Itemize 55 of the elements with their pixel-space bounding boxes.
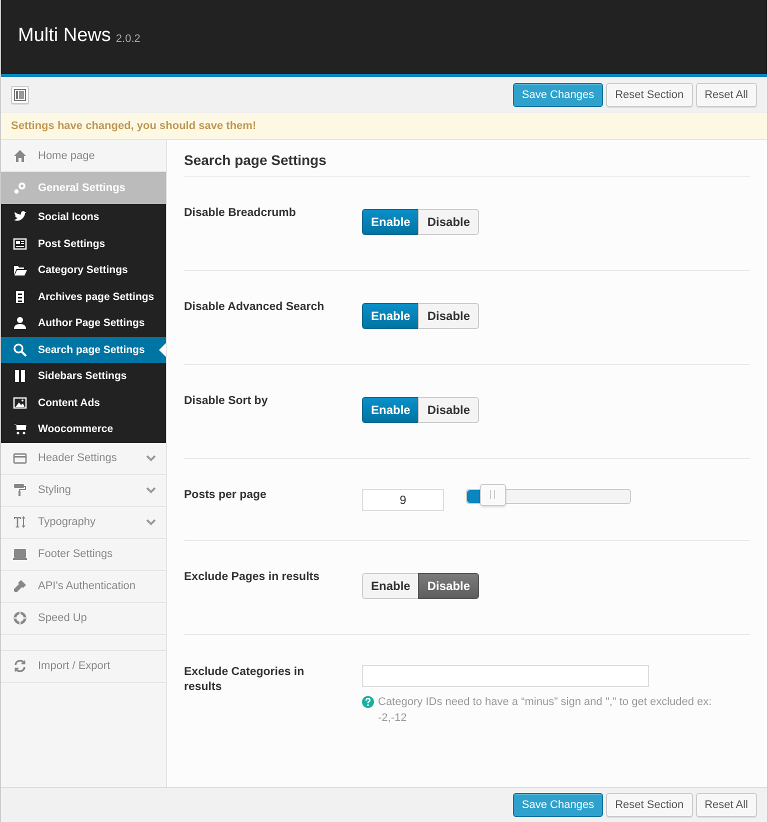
home-icon bbox=[13, 148, 27, 162]
number-field[interactable]: 9 bbox=[362, 489, 444, 511]
news-icon bbox=[13, 236, 27, 251]
toggle-option[interactable]: Disable bbox=[418, 397, 480, 423]
type-icon bbox=[13, 515, 27, 529]
field-label: Exclude Pages in results bbox=[184, 570, 321, 585]
reset-button[interactable]: Reset All bbox=[696, 82, 757, 106]
sidebar-subitem[interactable]: Search page Settings bbox=[1, 336, 166, 363]
panel-toggle-button[interactable] bbox=[11, 86, 29, 104]
section-title: Search page Settings bbox=[184, 140, 750, 177]
key-icon bbox=[13, 579, 27, 593]
chevron-down-icon bbox=[146, 454, 156, 462]
sidebar-subitem[interactable]: Social Icons bbox=[1, 204, 166, 230]
reset-button[interactable]: Reset Section bbox=[606, 82, 693, 106]
toggle-option[interactable]: Disable bbox=[418, 573, 480, 599]
lifebuoy-icon bbox=[13, 611, 27, 625]
slider-handle[interactable] bbox=[480, 484, 506, 506]
field-label: Disable Advanced Search bbox=[184, 300, 326, 315]
sidebar-subitem[interactable]: Author Page Settings bbox=[1, 310, 166, 336]
toggle-option[interactable]: Enable bbox=[362, 209, 418, 235]
toggle-option[interactable]: Disable bbox=[418, 303, 480, 329]
toggle-option[interactable]: Enable bbox=[362, 573, 418, 599]
field-label: Disable Sort by bbox=[184, 394, 269, 409]
refresh-icon bbox=[13, 659, 27, 673]
cart-icon bbox=[13, 422, 27, 436]
search-icon bbox=[13, 342, 27, 357]
image-icon bbox=[13, 396, 27, 410]
card-icon bbox=[13, 451, 27, 465]
text-field[interactable] bbox=[362, 665, 649, 687]
reset-button[interactable]: Reset Section bbox=[606, 793, 693, 817]
help-icon bbox=[362, 696, 374, 708]
person-icon bbox=[13, 316, 27, 330]
field-label: Disable Breadcrumb bbox=[184, 206, 297, 221]
folder-icon bbox=[13, 263, 27, 278]
sidebar-subitem[interactable]: Post Settings bbox=[1, 230, 166, 257]
toggle-option[interactable]: Enable bbox=[362, 397, 418, 423]
sidebar-subitem[interactable]: Archives page Settings bbox=[1, 284, 166, 310]
roller-icon bbox=[13, 483, 27, 497]
sidebar-subitem[interactable]: Sidebars Settings bbox=[1, 363, 166, 390]
toggle-option[interactable]: Disable bbox=[418, 209, 480, 235]
chevron-down-icon bbox=[146, 486, 156, 494]
sidebar-subitem[interactable]: Category Settings bbox=[1, 257, 166, 284]
version-label: 2.0.2 bbox=[116, 33, 140, 47]
toggle-option[interactable]: Enable bbox=[362, 303, 418, 329]
sidebar-subitem[interactable]: Woocommerce bbox=[1, 416, 166, 442]
columns-icon bbox=[13, 369, 27, 384]
cabinet-icon bbox=[13, 290, 27, 304]
field-label: Posts per page bbox=[184, 488, 268, 503]
chevron-down-icon bbox=[146, 518, 156, 526]
notice-banner: Settings have changed, you should save them! bbox=[1, 112, 767, 140]
sidebar-subitem[interactable]: Content Ads bbox=[1, 390, 166, 416]
help-text: Category IDs need to have a “minus” sign and "," to get excluded ex: -2,-12 bbox=[378, 695, 713, 726]
field-label: Exclude Categories in results bbox=[184, 665, 306, 695]
app-title: Multi News bbox=[18, 25, 111, 47]
reset-button[interactable]: Reset All bbox=[696, 793, 757, 817]
